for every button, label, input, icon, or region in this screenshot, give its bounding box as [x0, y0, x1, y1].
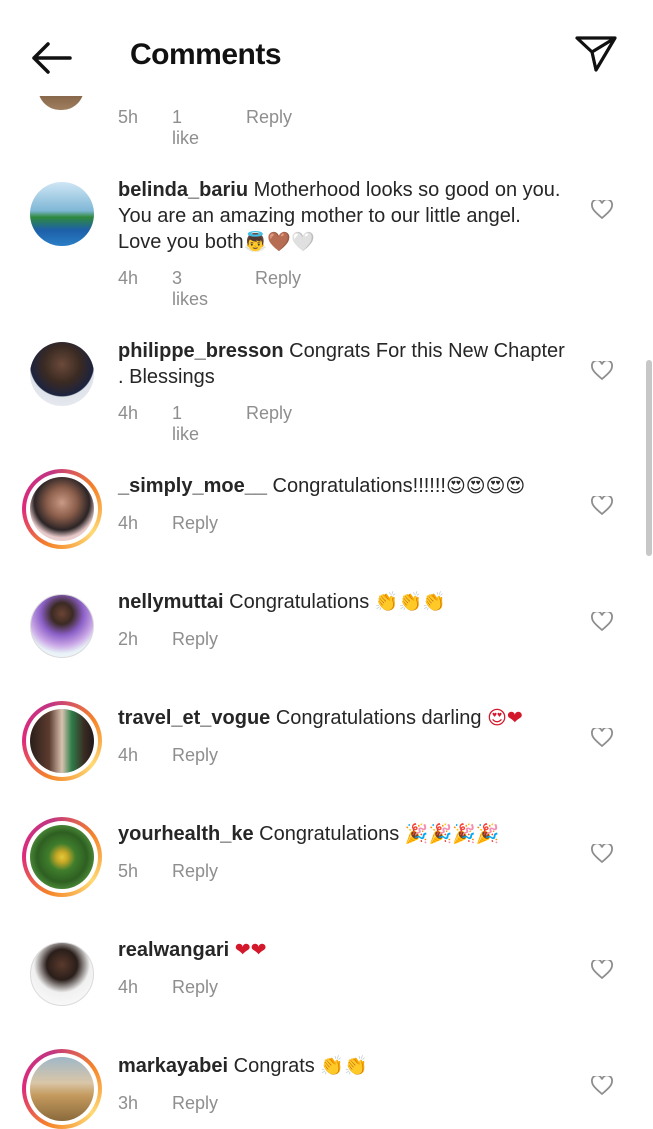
- heart-icon[interactable]: [591, 1076, 613, 1096]
- comment-meta: 2h Reply: [118, 629, 218, 650]
- scrollbar[interactable]: [646, 360, 652, 556]
- heart-icon[interactable]: [591, 361, 613, 381]
- comment-time: 5h: [118, 107, 139, 127]
- comment-username[interactable]: nellymuttai: [118, 591, 224, 613]
- comment-time: 4h: [118, 977, 139, 997]
- comment-meta: 4h Reply: [118, 977, 218, 998]
- reply-button[interactable]: Reply: [172, 977, 218, 998]
- paper-plane-icon[interactable]: [574, 34, 618, 74]
- comment-emoji: 👼🤎🤍: [243, 231, 315, 253]
- heart-icon[interactable]: [591, 200, 613, 220]
- comment-time: 4h: [118, 403, 139, 423]
- reply-button[interactable]: Reply: [172, 861, 218, 882]
- comment-emoji: 👏👏👏: [374, 591, 446, 613]
- comment-text: philippe_bresson Congrats For this New C…: [118, 338, 568, 390]
- header-bar: Comments: [0, 0, 653, 96]
- avatar[interactable]: [22, 817, 102, 897]
- comment-username[interactable]: yourhealth_ke: [118, 823, 254, 845]
- avatar[interactable]: [30, 342, 94, 406]
- comment-username[interactable]: belinda_bariu: [118, 179, 248, 201]
- comment-text: markayabei Congrats 👏👏: [118, 1053, 568, 1079]
- avatar[interactable]: [30, 182, 94, 246]
- comment-time: 5h: [118, 861, 139, 881]
- avatar[interactable]: [22, 469, 102, 549]
- comment-username[interactable]: philippe_bresson: [118, 340, 284, 362]
- comment-text: travel_et_vogue Congratulations darling …: [118, 705, 568, 731]
- comment-meta: 5h 1 like Reply: [118, 107, 292, 148]
- comment-meta: 4h Reply: [118, 745, 218, 766]
- comment-time: 4h: [118, 513, 139, 533]
- comment-username[interactable]: travel_et_vogue: [118, 707, 270, 729]
- comment-meta: 4h 3 likes Reply: [118, 268, 301, 309]
- likes-count[interactable]: 1 like: [172, 403, 199, 445]
- reply-button[interactable]: Reply: [172, 513, 218, 534]
- comment-emoji: 😍❤: [487, 707, 523, 729]
- comment-username[interactable]: markayabei: [118, 1055, 228, 1077]
- page-title: Comments: [130, 38, 282, 71]
- comment-body: Congratulations!!!!!!: [272, 475, 446, 497]
- comment-body: Congratulations darling: [275, 707, 488, 729]
- heart-icon[interactable]: [591, 496, 613, 516]
- comment-meta: 5h Reply: [118, 861, 218, 882]
- comment-emoji: 🎉🎉🎉🎉: [404, 823, 500, 845]
- arrow-left-icon[interactable]: [28, 38, 74, 78]
- comment-text: realwangari ❤❤: [118, 937, 568, 963]
- reply-button[interactable]: Reply: [246, 403, 292, 424]
- comment-body: Congratulations: [229, 591, 375, 613]
- avatar[interactable]: [22, 1049, 102, 1129]
- comment-text: _simply_moe__ Congratulations!!!!!!😍😍😍😍: [118, 473, 568, 499]
- likes-count[interactable]: 1 like: [172, 107, 199, 149]
- comment-meta: 4h Reply: [118, 513, 218, 534]
- comment-text: yourhealth_ke Congratulations 🎉🎉🎉🎉: [118, 821, 568, 847]
- reply-button[interactable]: Reply: [172, 745, 218, 766]
- heart-icon[interactable]: [591, 844, 613, 864]
- reply-button[interactable]: Reply: [172, 629, 218, 650]
- comment-body: Congrats: [233, 1055, 321, 1077]
- comment-time: 2h: [118, 629, 139, 649]
- likes-count[interactable]: 3 likes: [172, 268, 208, 310]
- avatar[interactable]: [22, 701, 102, 781]
- comment-text: nellymuttai Congratulations 👏👏👏: [118, 589, 568, 615]
- heart-icon[interactable]: [591, 960, 613, 980]
- heart-icon[interactable]: [591, 612, 613, 632]
- comment-time: 3h: [118, 1093, 139, 1113]
- comment-time: 4h: [118, 745, 139, 765]
- comment-emoji: 😍😍😍😍: [445, 475, 526, 497]
- reply-button[interactable]: Reply: [255, 268, 301, 289]
- comment-emoji: ❤❤: [234, 939, 267, 961]
- comment-body: Congratulations: [259, 823, 405, 845]
- comment-username[interactable]: _simply_moe__: [118, 475, 267, 497]
- reply-button[interactable]: Reply: [172, 1093, 218, 1114]
- comment-meta: 3h Reply: [118, 1093, 218, 1114]
- avatar[interactable]: [30, 942, 94, 1006]
- comment-text: belinda_bariu Motherhood looks so good o…: [118, 177, 568, 255]
- reply-button[interactable]: Reply: [246, 107, 292, 128]
- heart-icon[interactable]: [591, 728, 613, 748]
- comment-meta: 4h 1 like Reply: [118, 403, 292, 444]
- comment-username[interactable]: realwangari: [118, 939, 229, 961]
- comment-time: 4h: [118, 268, 139, 288]
- avatar[interactable]: [30, 594, 94, 658]
- comment-emoji: 👏👏: [320, 1055, 368, 1077]
